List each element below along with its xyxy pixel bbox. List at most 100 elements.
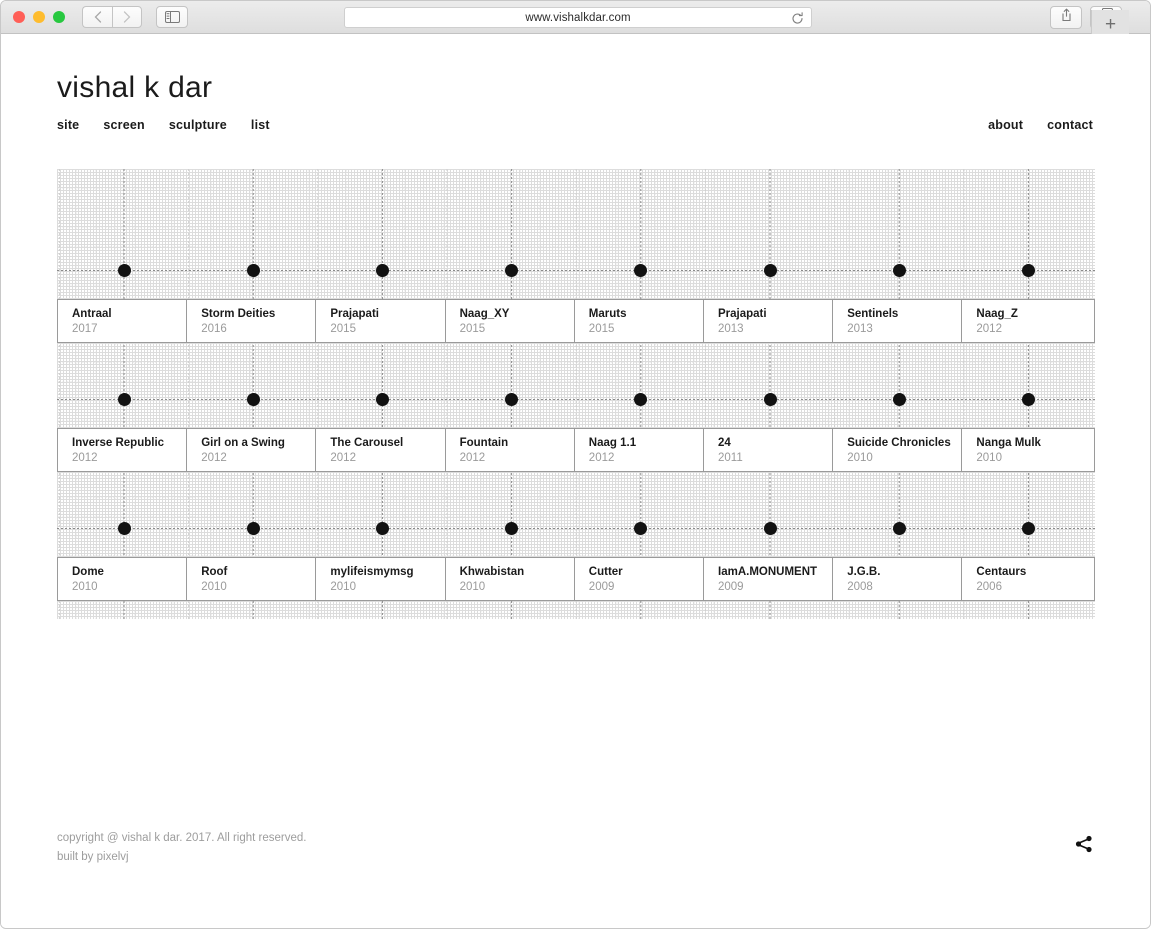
timeline-row: Dome 2010 Roof 2010 mylifeismymsg 2010 Khwabis…: [57, 462, 1096, 601]
minimize-window-button[interactable]: [33, 11, 45, 23]
chevron-left-icon: [94, 11, 102, 23]
card-year: 2008: [847, 581, 873, 593]
timeline-node-dot[interactable]: [892, 522, 906, 535]
secondary-nav: about contact: [988, 118, 1093, 132]
timeline-node-dot[interactable]: [246, 264, 260, 277]
footer-share-icon[interactable]: [1074, 834, 1094, 859]
card-year: 2009: [588, 581, 615, 593]
timeline-axis-line: [57, 528, 1095, 529]
card-title: Prajapati: [718, 308, 767, 320]
card-title: Cutter: [588, 566, 623, 578]
page-content: vishal k dar site screen sculpture list …: [1, 34, 1150, 928]
card-title: Naag 1.1: [588, 437, 637, 449]
sidebar-icon: [164, 11, 180, 23]
card-year: 2006: [976, 581, 1002, 593]
timeline-node-dot[interactable]: [1021, 264, 1035, 277]
timeline-node-dot[interactable]: [246, 393, 260, 406]
timeline-card[interactable]: mylifeismymsg 2010: [315, 557, 450, 601]
timeline-node-dot[interactable]: [117, 264, 131, 277]
timeline-node-dot[interactable]: [892, 264, 906, 277]
card-title: Inverse Republic: [72, 437, 165, 449]
card-year: 2009: [718, 581, 744, 593]
timeline-node-dot[interactable]: [375, 522, 389, 535]
card-title: Storm Deities: [201, 308, 276, 320]
nav-item-list[interactable]: list: [251, 118, 270, 132]
timeline-node-dot[interactable]: [892, 393, 906, 406]
card-year: 2010: [459, 581, 486, 593]
browser-window: www.vishalkdar.com + vishal k dar site s…: [0, 0, 1151, 929]
card-title: Khwabistan: [459, 566, 525, 578]
timeline-node-dot[interactable]: [375, 264, 389, 277]
card-title: 24: [718, 437, 731, 449]
timeline-node-dot[interactable]: [763, 522, 777, 535]
builtby-text: built by pixelvj: [57, 851, 129, 863]
footer: copyright @ vishal k dar. 2017. All righ…: [57, 829, 306, 867]
url-text: www.vishalkdar.com: [525, 11, 631, 24]
card-title: Roof: [201, 566, 228, 578]
browser-titlebar: www.vishalkdar.com +: [1, 1, 1150, 40]
share-icon: [1060, 8, 1073, 27]
nav-item-about[interactable]: about: [988, 118, 1023, 132]
timeline-card[interactable]: J.G.B. 2008: [832, 557, 967, 601]
traffic-lights: [13, 11, 65, 23]
timeline-node-dot[interactable]: [634, 393, 648, 406]
card-title: Girl on a Swing: [201, 437, 285, 449]
timeline-card[interactable]: Roof 2010: [186, 557, 321, 601]
card-title: Nanga Mulk: [976, 437, 1041, 449]
card-title: Sentinels: [847, 308, 899, 320]
card-title: Antraal: [72, 308, 112, 320]
timeline-node-dot[interactable]: [763, 264, 777, 277]
card-title: IamA.MONUMENT: [718, 566, 818, 578]
timeline-card[interactable]: Cutter 2009: [573, 557, 708, 601]
nav-item-screen[interactable]: screen: [103, 118, 145, 132]
timeline-card[interactable]: Centaurs 2006: [961, 557, 1096, 601]
timeline-node-dot[interactable]: [505, 393, 519, 406]
timeline-node-dot[interactable]: [117, 393, 131, 406]
timeline-card[interactable]: Dome 2010: [57, 557, 191, 601]
chevron-right-icon: [123, 11, 131, 23]
share-button[interactable]: [1050, 6, 1082, 29]
timeline-row: Inverse Republic 2012 Girl on a Swing 2012 T…: [57, 333, 1096, 472]
timeline-node-dot[interactable]: [634, 522, 648, 535]
card-title: Suicide Chronicles: [847, 437, 951, 449]
timeline-node-dot[interactable]: [763, 393, 777, 406]
timeline-grid: Antraal 2017 Storm Deities 2016 Prajapati 201…: [57, 169, 1096, 619]
timeline-node-dot[interactable]: [634, 264, 648, 277]
navigation-buttons: [82, 6, 188, 28]
card-title: The Carousel: [330, 437, 404, 449]
timeline-axis-line: [57, 399, 1095, 400]
back-button[interactable]: [82, 6, 112, 28]
reload-icon[interactable]: [791, 12, 804, 30]
timeline-node-dot[interactable]: [117, 522, 131, 535]
timeline-node-dot[interactable]: [505, 264, 519, 277]
copyright-text: copyright @ vishal k dar. 2017. All righ…: [57, 832, 307, 844]
card-title: Naag_XY: [459, 308, 510, 320]
card-title: Dome: [72, 566, 104, 578]
primary-nav: site screen sculpture list: [57, 118, 270, 132]
timeline-node-dot[interactable]: [375, 393, 389, 406]
nav-item-sculpture[interactable]: sculpture: [169, 118, 227, 132]
maximize-window-button[interactable]: [53, 11, 65, 23]
timeline-node-dot[interactable]: [1021, 393, 1035, 406]
card-title: Centaurs: [976, 566, 1027, 578]
timeline-node-dot[interactable]: [246, 522, 260, 535]
timeline-node-dot[interactable]: [505, 522, 519, 535]
timeline-card[interactable]: Khwabistan 2010: [444, 557, 579, 601]
close-window-button[interactable]: [13, 11, 25, 23]
timeline-axis-line: [57, 270, 1095, 271]
card-year: 2010: [201, 581, 227, 593]
timeline-node-dot[interactable]: [1021, 522, 1035, 535]
nav-item-site[interactable]: site: [57, 118, 79, 132]
address-bar[interactable]: www.vishalkdar.com: [344, 7, 812, 28]
timeline-card[interactable]: IamA.MONUMENT 2009: [703, 557, 837, 601]
card-title: Fountain: [459, 437, 509, 449]
page-title: vishal k dar: [57, 71, 213, 104]
card-title: Naag_Z: [976, 308, 1018, 320]
card-title: Maruts: [588, 308, 627, 320]
timeline-rows: Antraal 2017 Storm Deities 2016 Prajapati 201…: [57, 169, 1096, 619]
forward-button[interactable]: [112, 6, 142, 28]
nav-item-contact[interactable]: contact: [1047, 118, 1093, 132]
toolbar-right: +: [1050, 6, 1129, 40]
show-sidebar-button[interactable]: [156, 6, 188, 28]
card-title: Prajapati: [330, 308, 379, 320]
